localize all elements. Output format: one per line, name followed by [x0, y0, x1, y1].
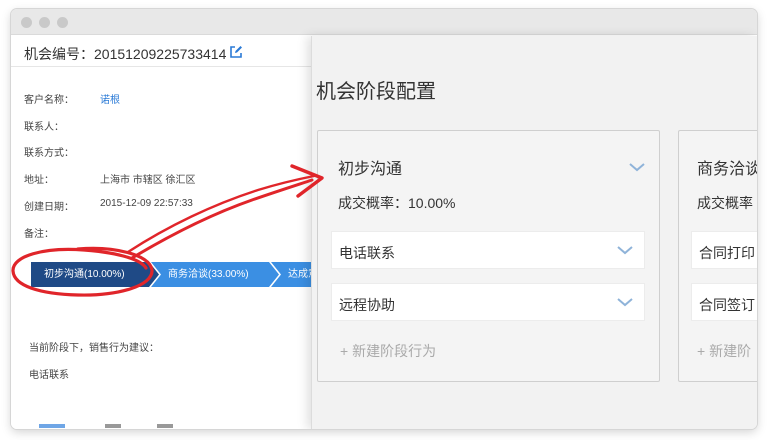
window-minimize-dot[interactable] — [39, 17, 50, 28]
stage-action-label: 远程协助 — [339, 297, 395, 313]
stage-step-initial-contact[interactable]: 初步沟通(10.00%) — [31, 262, 159, 287]
edit-icon[interactable] — [229, 45, 243, 59]
stage-card-title: 商务洽谈 — [697, 161, 757, 178]
chevron-down-icon[interactable] — [628, 161, 646, 173]
new-stage-action-button[interactable]: + 新建阶段行为 — [340, 341, 436, 361]
stage-advice-action: 电话联系 — [29, 370, 69, 381]
field-label: 联系人： — [24, 122, 64, 133]
stage-action-label: 合同签订 — [699, 297, 755, 313]
stage-action-item[interactable]: 远程协助 — [331, 283, 645, 321]
stage-advice-label: 当前阶段下，销售行为建议： — [29, 343, 159, 354]
window-titlebar — [11, 9, 757, 35]
bottom-tabs — [39, 424, 189, 429]
stage-action-item[interactable]: 合同签订 — [691, 283, 757, 321]
stage-action-item[interactable]: 合同打印 — [691, 231, 757, 269]
app-window: 机会编号：20151209225733414 客户名称： 诺根 联系人： 联系方… — [11, 9, 757, 429]
field-value: 2015-12-09 22:57:33 — [100, 198, 193, 209]
stage-label: 商务洽谈(33.00%) — [168, 269, 249, 280]
window-maximize-dot[interactable] — [57, 17, 68, 28]
bottom-tab[interactable] — [39, 424, 65, 428]
bottom-tab[interactable] — [105, 424, 121, 428]
stage-card: 商务洽谈 成交概率 合同打印 合同签订 + 新建阶 — [678, 130, 757, 382]
bottom-tab[interactable] — [157, 424, 173, 428]
field-label: 客户名称： — [24, 95, 74, 106]
opportunity-header: 机会编号：20151209225733414 — [11, 36, 311, 67]
field-value: 上海市 市辖区 徐汇区 — [100, 175, 196, 186]
stage-action-item[interactable]: 电话联系 — [331, 231, 645, 269]
new-stage-action-button[interactable]: + 新建阶 — [697, 341, 751, 361]
opportunity-detail-panel: 机会编号：20151209225733414 客户名称： 诺根 联系人： 联系方… — [11, 36, 351, 429]
stage-label: 初步沟通(10.00%) — [44, 269, 125, 280]
config-title: 机会阶段配置 — [316, 81, 436, 103]
stage-step-business-negotiation[interactable]: 商务洽谈(33.00%) — [151, 262, 279, 287]
stage-card-rate: 成交概率：10.00% — [338, 195, 456, 211]
stage-config-panel: 机会阶段配置 初步沟通 成交概率：10.00% 电话联系 远程协助 + 新建阶段… — [311, 36, 757, 429]
stage-card-title: 初步沟通 — [338, 161, 403, 178]
window-close-dot[interactable] — [21, 17, 32, 28]
stage-action-label: 电话联系 — [339, 245, 395, 261]
customer-name-link[interactable]: 诺根 — [100, 91, 120, 106]
field-label: 地址： — [24, 175, 54, 186]
stage-progress-bar: 初步沟通(10.00%) 商务洽谈(33.00%) 达成意向 — [31, 262, 351, 287]
chevron-down-icon[interactable] — [616, 296, 634, 308]
field-label: 创建日期： — [24, 202, 74, 213]
opportunity-number: 机会编号：20151209225733414 — [24, 46, 227, 62]
stage-action-label: 合同打印 — [699, 245, 755, 261]
chevron-down-icon[interactable] — [616, 244, 634, 256]
stage-card: 初步沟通 成交概率：10.00% 电话联系 远程协助 + 新建阶段行为 — [317, 130, 660, 382]
field-label: 联系方式： — [24, 148, 74, 159]
stage-card-rate: 成交概率 — [697, 195, 753, 211]
field-label: 备注： — [24, 229, 54, 240]
